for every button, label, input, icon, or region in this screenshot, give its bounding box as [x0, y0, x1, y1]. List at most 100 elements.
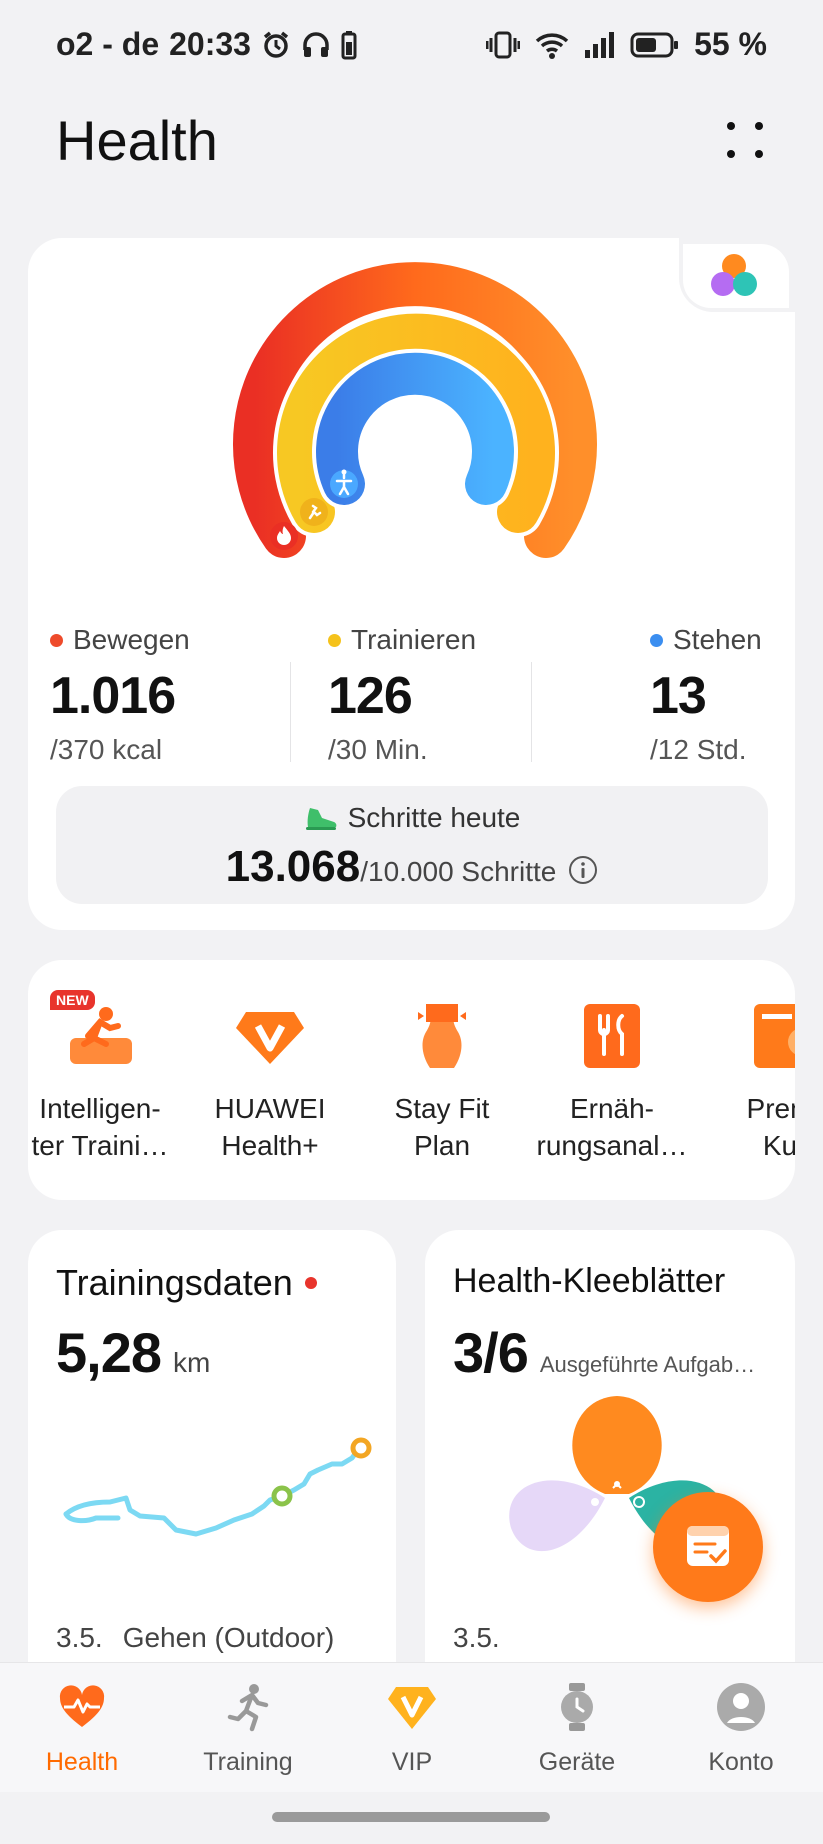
metric-move: Bewegen 1.016 /370 kcal [50, 624, 190, 766]
status-right: 55 % [486, 26, 767, 63]
steps-today-panel[interactable]: Schritte heute 13.068 /10.000 Schritte [56, 786, 768, 904]
move-dot [50, 633, 63, 647]
nav-training[interactable]: Training [188, 1681, 308, 1777]
shortcut-huawei-health-plus[interactable]: HUAWEI Health+ [190, 998, 350, 1164]
shortcut-nutrition-analysis[interactable]: Ernäh-rungsanal… [532, 998, 692, 1164]
nav-health[interactable]: Health [22, 1681, 142, 1777]
steps-title: Schritte heute [347, 802, 521, 833]
status-bar: o2 - de 20:33 55 % [0, 0, 823, 90]
activity-rings-card[interactable]: Bewegen 1.016 /370 kcal Trainieren 126 /… [28, 236, 797, 930]
shortcuts-row: NEW Intelligen-ter Traini… HUAWEI Health+… [28, 960, 795, 1200]
end-marker [350, 1437, 372, 1459]
body-shape-icon [418, 1004, 466, 1068]
battery-small-icon [341, 30, 357, 59]
signal-icon [585, 31, 615, 58]
shortcut-label: Prem [746, 1093, 795, 1124]
move-value: 1.016 [50, 667, 176, 725]
shortcut-label: Intelligen- [39, 1093, 161, 1124]
shoe-icon [305, 808, 337, 830]
shortcut-label: HUAWEI [214, 1093, 326, 1124]
steps-goal: /10.000 Schritte [360, 856, 557, 887]
nav-vip[interactable]: VIP [352, 1681, 472, 1777]
clover-leaf-sleep [509, 1480, 605, 1552]
vibrate-icon [486, 31, 521, 58]
health-app-screen: o2 - de 20:33 55 % Health Bewegen 1.016 … [0, 0, 823, 1844]
exercise-dot [328, 633, 341, 647]
tasks-value: 3/6 [453, 1321, 529, 1384]
activity-rings [233, 262, 597, 558]
shortcut-premium-courses[interactable]: Prem Ku [700, 998, 795, 1164]
distance-unit: km [173, 1347, 211, 1378]
steps-count: 13.068 [225, 842, 361, 891]
exercise-value: 126 [328, 667, 413, 725]
start-marker [271, 1485, 293, 1507]
divider [290, 662, 291, 762]
training-title: Trainingsdaten [56, 1262, 293, 1303]
stand-value: 13 [650, 667, 707, 725]
shortcut-label: Plan [413, 1130, 471, 1161]
vip-icon [388, 1687, 436, 1729]
training-date: 3.5. [56, 1622, 103, 1653]
vip-diamond-icon [236, 1012, 304, 1064]
alarm-icon [263, 31, 289, 58]
clover-title: Health-Kleeblätter [453, 1262, 726, 1300]
move-label: Bewegen [73, 624, 190, 655]
nav-devices[interactable]: Geräte [517, 1681, 637, 1777]
course-icon [754, 1004, 795, 1068]
battery-icon [630, 32, 679, 57]
tasks-fab-button[interactable] [653, 1492, 763, 1602]
shortcut-intelligent-training[interactable]: NEW Intelligen-ter Traini… [28, 990, 180, 1164]
wifi-icon [535, 32, 569, 59]
runner-icon [227, 1684, 269, 1732]
shortcut-label: ter Traini… [31, 1130, 169, 1161]
nav-label: Geräte [538, 1748, 616, 1776]
new-badge: NEW [50, 990, 95, 1010]
status-left: o2 - de 20:33 [56, 26, 357, 63]
divider [531, 662, 532, 762]
shortcut-stay-fit-plan[interactable]: Stay Fit Plan [362, 998, 522, 1164]
heart-pulse-icon [59, 1685, 105, 1727]
metric-stand: Stehen 13 /12 Std. [650, 624, 762, 766]
stand-goal: /12 Std. [650, 734, 747, 765]
headphones-icon [303, 31, 329, 57]
exercise-label: Trainieren [351, 624, 477, 655]
stand-dot [650, 633, 663, 647]
health-clover-card[interactable]: Health-Kleeblätter 3/6 Ausgeführte Aufga… [425, 1230, 795, 1670]
shortcut-label: rungsanal… [536, 1130, 688, 1161]
home-indicator[interactable] [272, 1812, 550, 1822]
more-dots-icon [727, 122, 735, 130]
shortcut-label: Ku [762, 1130, 795, 1161]
watch-icon [561, 1683, 593, 1731]
cutlery-icon [584, 1004, 640, 1068]
tasks-subtitle: Ausgeführte Aufgab… [539, 1352, 756, 1377]
checklist-icon [687, 1526, 729, 1566]
metric-exercise: Trainieren 126 /30 Min. [328, 624, 476, 766]
nav-label: VIP [391, 1748, 433, 1776]
shortcut-label: Health+ [221, 1130, 319, 1161]
training-data-card[interactable]: Trainingsdaten 5,28 km 3.5. Gehen (Outdo… [28, 1230, 396, 1670]
nav-label: Health [45, 1748, 119, 1776]
clover-date: 3.5. [453, 1622, 500, 1653]
info-icon[interactable] [568, 855, 598, 885]
battery-percent: 55 % [694, 26, 767, 62]
shortcut-label: Stay Fit [394, 1093, 490, 1124]
activity-colors-icon[interactable] [703, 248, 765, 304]
route-map [63, 1437, 372, 1537]
exercise-goal: /30 Min. [328, 734, 428, 765]
shortcut-label: Ernäh- [569, 1093, 655, 1124]
more-menu-button[interactable] [723, 118, 767, 162]
distance-value: 5,28 [56, 1321, 162, 1384]
unread-dot [304, 1277, 317, 1289]
bottom-nav: Health Training VIP Geräte Konto [0, 1662, 823, 1792]
nav-label: Training [203, 1748, 293, 1776]
account-icon [717, 1683, 765, 1731]
page-title: Health [56, 109, 218, 172]
move-goal: /370 kcal [50, 734, 163, 765]
nav-label: Konto [708, 1748, 774, 1776]
training-activity: Gehen (Outdoor) [122, 1622, 335, 1653]
clock: 20:33 [169, 26, 251, 62]
stand-label: Stehen [673, 624, 762, 655]
clover-leaf-activity [572, 1396, 662, 1494]
carrier-label: o2 - de [56, 26, 160, 62]
nav-account[interactable]: Konto [681, 1681, 801, 1777]
